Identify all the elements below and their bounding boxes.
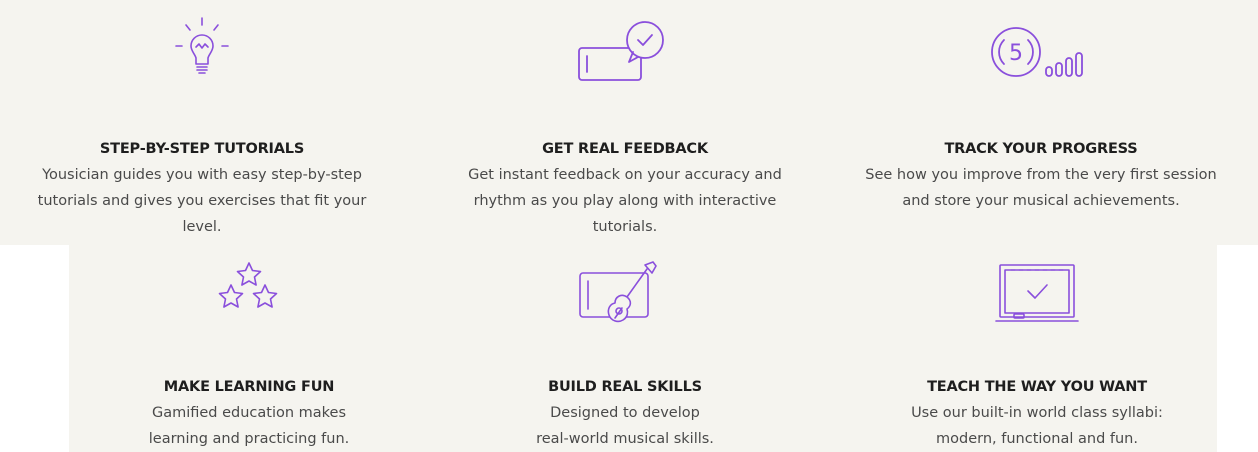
- feature-description-line: Get instant feedback on your accuracy an…: [468, 167, 782, 183]
- feature-description: Gamified education makes learning and pr…: [69, 400, 429, 452]
- phone-feedback-icon: [575, 12, 675, 92]
- feature-description-line: real-world musical skills.: [536, 431, 714, 447]
- feature-title: TEACH THE WAY YOU WANT: [927, 379, 1147, 395]
- feature-track-your-progress: 5 TRACK YOUR PROGRESS See how you improv…: [824, 0, 1258, 245]
- feature-description-line: Yousician guides you with easy step-by-s…: [42, 167, 362, 183]
- feature-description: Yousician guides you with easy step-by-s…: [0, 162, 404, 240]
- feature-title: MAKE LEARNING FUN: [163, 379, 335, 395]
- feature-get-real-feedback: GET REAL FEEDBACK Get instant feedback o…: [420, 0, 830, 245]
- feature-description-line: modern, functional and fun.: [936, 431, 1138, 447]
- feature-description-line: and store your musical achievements.: [902, 193, 1180, 209]
- feature-description-line: level.: [182, 219, 222, 235]
- feature-description: See how you improve from the very first …: [824, 162, 1258, 214]
- feature-description-line: learning and practicing fun.: [148, 431, 350, 447]
- feature-title: BUILD REAL SKILLS: [548, 379, 702, 395]
- feature-title: GET REAL FEEDBACK: [542, 141, 708, 157]
- tablet-guitar-icon: [575, 259, 675, 339]
- chalkboard-icon: [992, 259, 1082, 329]
- feature-description-line: Use our built-in world class syllabi:: [911, 405, 1163, 421]
- feature-description: Designed to develop real-world musical s…: [449, 400, 801, 452]
- progress-timer-icon: 5: [986, 12, 1096, 92]
- feature-description-line: tutorials.: [592, 219, 658, 235]
- lightbulb-icon: [167, 12, 237, 92]
- feature-title: STEP-BY-STEP TUTORIALS: [99, 141, 305, 157]
- stars-icon: [209, 259, 289, 329]
- feature-description: Get instant feedback on your accuracy an…: [420, 162, 830, 240]
- feature-build-real-skills: BUILD REAL SKILLS Designed to develop re…: [449, 245, 801, 452]
- feature-description-line: rhythm as you play along with interactiv…: [473, 193, 777, 209]
- feature-title: TRACK YOUR PROGRESS: [944, 141, 1138, 157]
- feature-make-learning-fun: MAKE LEARNING FUN Gamified education mak…: [69, 245, 429, 452]
- feature-description: Use our built-in world class syllabi: mo…: [862, 400, 1212, 452]
- progress-number: 5: [1009, 41, 1023, 66]
- feature-description-line: Gamified education makes: [151, 405, 347, 421]
- feature-teach-the-way-you-want: TEACH THE WAY YOU WANT Use our built-in …: [862, 245, 1212, 452]
- feature-description-line: See how you improve from the very first …: [865, 167, 1217, 183]
- feature-description-line: Designed to develop: [550, 405, 700, 421]
- feature-description-line: tutorials and gives you exercises that f…: [37, 193, 367, 209]
- feature-step-by-step-tutorials: STEP-BY-STEP TUTORIALS Yousician guides …: [0, 0, 404, 245]
